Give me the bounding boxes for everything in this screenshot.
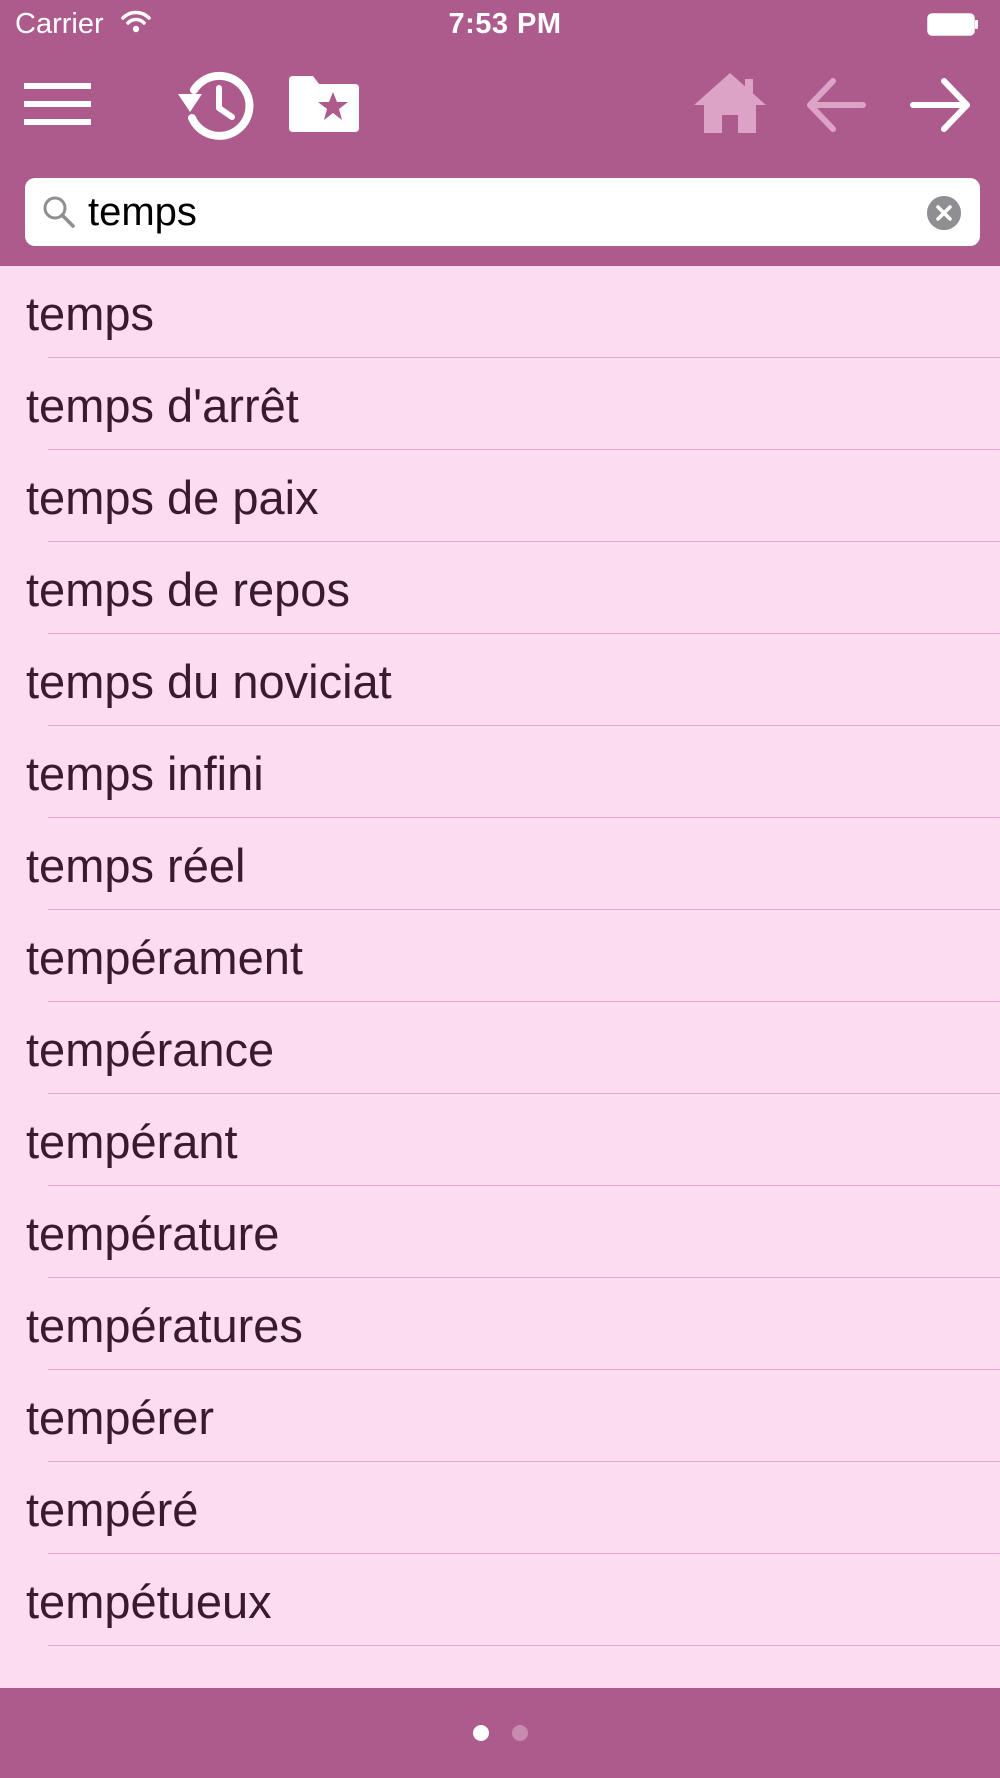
arrow-right-icon xyxy=(910,78,970,132)
search-bar xyxy=(25,178,980,246)
list-item-label: temps d'arrêt xyxy=(26,379,299,432)
list-item[interactable]: tempérer xyxy=(0,1370,1000,1462)
row-divider xyxy=(48,1645,1000,1646)
back-button[interactable] xyxy=(806,77,866,133)
clear-x-icon[interactable] xyxy=(927,196,961,230)
battery-icon xyxy=(927,13,978,36)
list-item[interactable]: temps de paix xyxy=(0,450,1000,542)
list-item[interactable]: tempérant xyxy=(0,1094,1000,1186)
status-time: 7:53 PM xyxy=(448,8,562,40)
list-item-label: tempétueux xyxy=(26,1575,272,1628)
list-item-label: tempérament xyxy=(26,931,303,984)
list-item-label: temps xyxy=(26,287,154,340)
list-item-label: temps du noviciat xyxy=(26,655,392,708)
list-item-label: temps infini xyxy=(26,747,264,800)
history-button[interactable] xyxy=(176,68,256,142)
page-dot-active[interactable] xyxy=(473,1725,489,1741)
home-button[interactable] xyxy=(693,71,767,135)
page-control-bar xyxy=(0,1688,1000,1778)
history-clock-icon xyxy=(178,71,254,140)
list-item-label: tempérance xyxy=(26,1023,275,1076)
list-item[interactable]: temps infini xyxy=(0,726,1000,818)
list-item[interactable]: tempérance xyxy=(0,1002,1000,1094)
menu-button[interactable] xyxy=(22,76,94,132)
results-list: temps temps d'arrêt temps de paix temps … xyxy=(0,266,1000,1646)
list-item[interactable]: tempéré xyxy=(0,1462,1000,1554)
list-item-label: température xyxy=(26,1207,280,1260)
status-bar: Carrier 7:53 PM xyxy=(0,0,1000,52)
home-icon xyxy=(694,73,766,133)
favorites-button[interactable] xyxy=(287,74,361,134)
search-icon xyxy=(43,196,75,228)
list-item[interactable]: tempétueux xyxy=(0,1554,1000,1646)
list-item-label: temps de paix xyxy=(26,471,319,524)
list-item-label: tempérant xyxy=(26,1115,238,1168)
list-item-label: tempérer xyxy=(26,1391,215,1444)
list-item-label: températures xyxy=(26,1299,303,1352)
list-item[interactable]: temps du noviciat xyxy=(0,634,1000,726)
list-item[interactable]: tempérament xyxy=(0,910,1000,1002)
list-item[interactable]: temps xyxy=(0,266,1000,358)
star-folder-icon xyxy=(289,76,359,132)
top-bar: Carrier 7:53 PM xyxy=(0,0,1000,266)
list-item-label: temps réel xyxy=(26,839,246,892)
list-item[interactable]: température xyxy=(0,1186,1000,1278)
list-item[interactable]: températures xyxy=(0,1278,1000,1370)
forward-button[interactable] xyxy=(910,77,972,133)
arrow-left-icon xyxy=(807,78,866,132)
list-item-label: temps de repos xyxy=(26,563,350,616)
search-input[interactable] xyxy=(88,184,938,240)
list-item[interactable]: temps de repos xyxy=(0,542,1000,634)
list-item[interactable]: temps réel xyxy=(0,818,1000,910)
list-item[interactable]: temps d'arrêt xyxy=(0,358,1000,450)
list-item-label: tempéré xyxy=(26,1483,199,1536)
page-dot[interactable] xyxy=(512,1725,528,1741)
